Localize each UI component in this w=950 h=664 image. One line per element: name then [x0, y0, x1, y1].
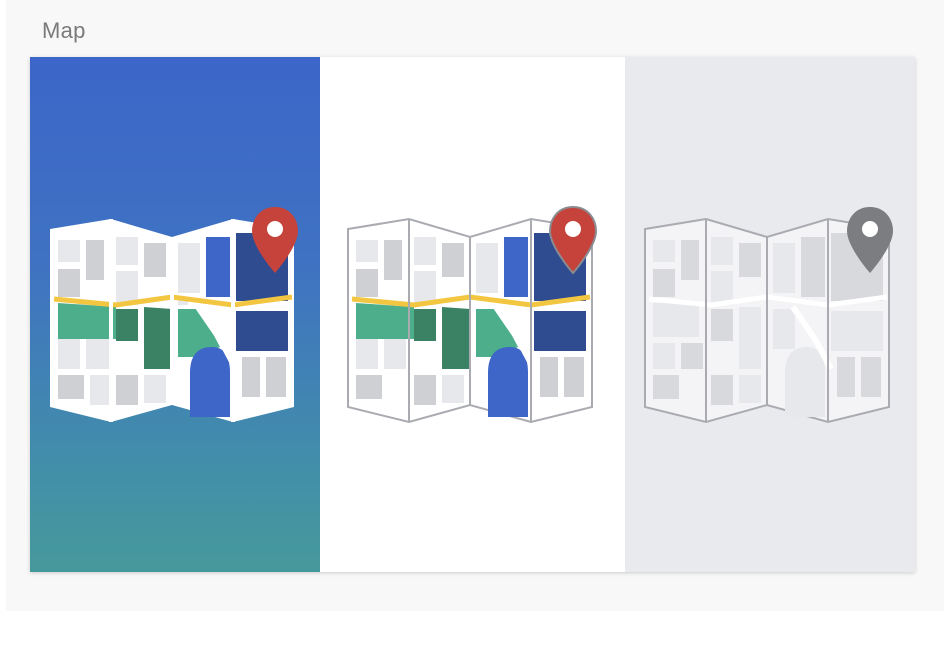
icon-variants-card [30, 57, 915, 572]
folded-map-icon [644, 207, 893, 424]
variant-panel-white [320, 57, 625, 572]
section-title: Map [42, 18, 86, 43]
variant-panel-gradient [30, 57, 320, 572]
variant-panel-gray [625, 57, 915, 572]
folded-map-icon [347, 205, 598, 424]
folded-map-icon [50, 207, 298, 422]
